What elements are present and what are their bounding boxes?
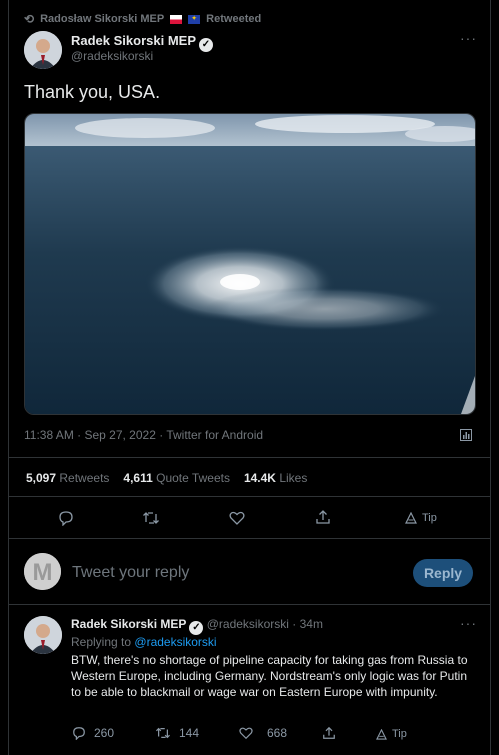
reply-tip-button[interactable]: Tip (376, 728, 407, 740)
tip-icon (376, 728, 387, 740)
retweet-label: Retweeted (206, 13, 262, 25)
retweet-icon (156, 727, 170, 739)
reply-count: 260 (94, 726, 115, 740)
svg-text:M: M (33, 559, 53, 586)
retweet-icon: ⟲ (24, 12, 35, 26)
verified-icon: ✓ (199, 38, 213, 52)
reply-more-icon[interactable]: ··· (460, 615, 477, 631)
tweet-image[interactable] (24, 113, 476, 415)
like-count: 668 (267, 726, 288, 740)
reply-header: Radek Sikorski MEP ✓ @radeksikorski · 34m (71, 617, 323, 635)
heart-icon (239, 727, 253, 740)
quote-tweets-stat[interactable]: 4,611 Quote Tweets (123, 471, 230, 485)
share-icon (316, 510, 330, 524)
author-avatar[interactable] (24, 31, 62, 69)
more-icon[interactable]: ··· (460, 30, 477, 46)
author-name[interactable]: Radek Sikorski MEP (71, 33, 196, 48)
share-icon (323, 726, 335, 739)
likes-stat[interactable]: 14.4K Likes (244, 471, 307, 485)
reply-button[interactable] (58, 510, 74, 526)
reply-reply-button[interactable]: 260 (72, 726, 114, 740)
reply-time[interactable]: · 34m (292, 617, 323, 631)
reply-submit-button[interactable]: Reply (413, 559, 473, 587)
reply-author-avatar[interactable] (24, 616, 62, 654)
stats-row: 5,097 Retweets 4,611 Quote Tweets 14.4K … (26, 471, 307, 485)
eu-flag-icon: ✦ (188, 14, 201, 24)
replying-to-handle[interactable]: @radeksikorski (134, 635, 216, 649)
poland-flag-icon (170, 14, 183, 24)
reply-author-name[interactable]: Radek Sikorski MEP (71, 617, 186, 631)
author-handle[interactable]: @radeksikorski (71, 49, 153, 63)
retweet-banner: ⟲ Radosław Sikorski MEP ✦ Retweeted (24, 12, 261, 26)
reply-tip-label: Tip (392, 728, 407, 740)
tweet-text: Thank you, USA. (24, 82, 161, 102)
user-avatar[interactable]: M (24, 553, 61, 590)
reply-icon (59, 511, 73, 526)
analytics-icon[interactable] (460, 428, 472, 441)
tweet-timestamp[interactable]: 11:38 AM · Sep 27, 2022 · Twitter for An… (24, 428, 263, 442)
reply-author-handle[interactable]: @radeksikorski (207, 617, 289, 631)
heart-icon (229, 511, 245, 525)
replying-to-label: Replying to (71, 635, 132, 649)
retweets-stat[interactable]: 5,097 Retweets (26, 471, 109, 485)
reply-retweet-button[interactable]: 144 (155, 726, 199, 740)
verified-icon: ✓ (189, 621, 204, 635)
reply-like-button[interactable]: 668 (239, 726, 287, 740)
tip-icon (405, 512, 417, 524)
reply-text: BTW, there's no shortage of pipeline cap… (71, 653, 468, 699)
retweet-count: 144 (179, 726, 200, 740)
tip-button[interactable]: Tip (405, 512, 437, 524)
share-button[interactable] (315, 509, 331, 525)
like-button[interactable] (229, 510, 245, 526)
reply-input[interactable]: Tweet your reply (72, 564, 189, 582)
reply-share-button[interactable] (322, 726, 336, 740)
retweeter-name[interactable]: Radosław Sikorski MEP (40, 13, 164, 25)
reply-icon (73, 727, 85, 740)
retweet-button[interactable] (142, 510, 160, 526)
replying-to: Replying to @radeksikorski (71, 635, 217, 649)
retweet-icon (143, 512, 159, 524)
tip-label: Tip (422, 512, 437, 524)
